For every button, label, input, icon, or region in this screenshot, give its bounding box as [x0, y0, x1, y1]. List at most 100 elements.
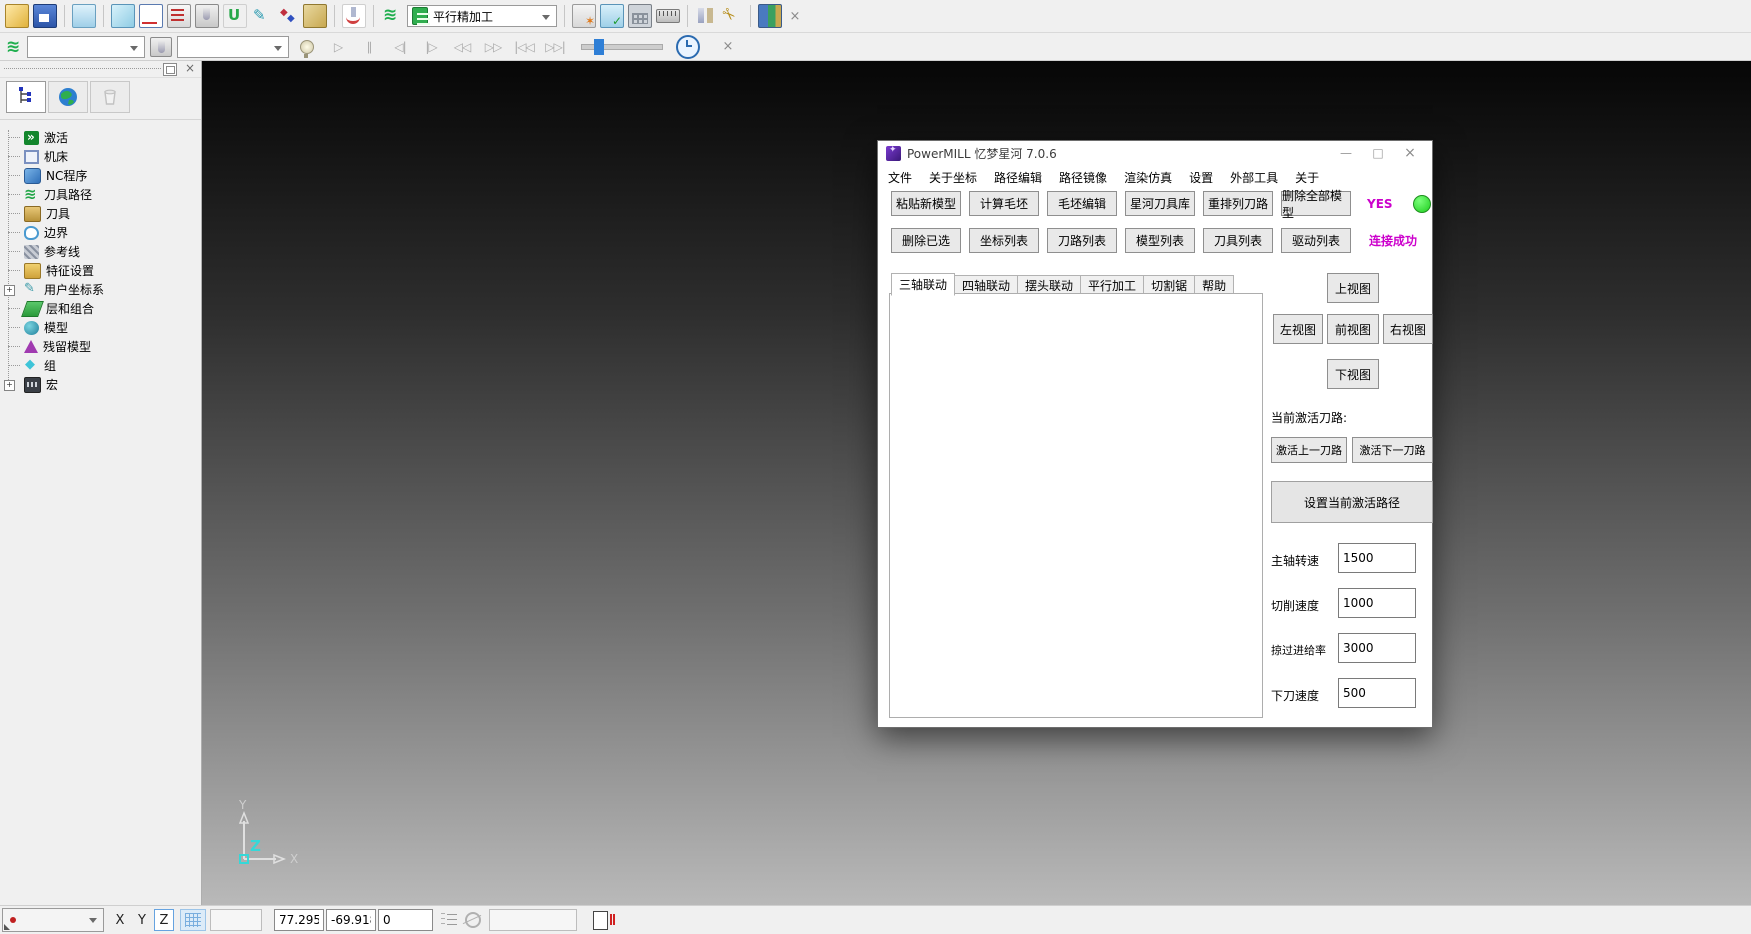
clock-icon[interactable] — [676, 35, 700, 59]
library-icon[interactable] — [758, 4, 782, 28]
coord-z-field[interactable] — [378, 909, 433, 931]
drive-list-button[interactable]: 驱动列表 — [1281, 228, 1351, 253]
menu-path-mirror[interactable]: 路径镜像 — [1059, 169, 1107, 186]
tree-item-activate[interactable]: 激活 — [4, 128, 201, 147]
pattern-icon[interactable] — [251, 5, 273, 27]
slider-handle[interactable] — [594, 39, 604, 55]
edit-block-button[interactable]: 毛坯编辑 — [1047, 191, 1117, 216]
forward-button[interactable]: ▷▷ — [480, 40, 506, 54]
step-fwd-button[interactable]: |▷ — [418, 40, 444, 54]
rewind-button[interactable]: ◁◁ — [449, 40, 475, 54]
feature-set-icon[interactable] — [303, 4, 327, 28]
paste-model-button[interactable]: 粘贴新模型 — [891, 191, 961, 216]
view-bottom-button[interactable]: 下视图 — [1327, 359, 1379, 389]
expand-icon[interactable]: + — [4, 285, 15, 296]
toolpath-list-button[interactable]: 刀路列表 — [1047, 228, 1117, 253]
menu-path-edit[interactable]: 路径编辑 — [994, 169, 1042, 186]
tree-item-nc-programs[interactable]: NC程序 — [4, 166, 201, 185]
measure-icon[interactable] — [656, 9, 680, 23]
axis-z-button[interactable]: Z — [154, 909, 174, 931]
cut-speed-input[interactable] — [1338, 588, 1416, 618]
step-back-button[interactable]: ◁| — [387, 40, 413, 54]
to-end-button[interactable]: ▷▷| — [542, 40, 568, 54]
plunge-speed-input[interactable] — [1338, 678, 1416, 708]
calc-block-button[interactable]: 计算毛坯 — [969, 191, 1039, 216]
coord-y-field[interactable] — [326, 909, 376, 931]
activate-next-toolpath-button[interactable]: 激活下一刀路 — [1352, 437, 1433, 463]
to-start-button[interactable]: |◁◁ — [511, 40, 537, 54]
print-icon[interactable] — [72, 4, 96, 28]
tree-item-tools[interactable]: 刀具 — [4, 204, 201, 223]
block-icon[interactable] — [111, 4, 135, 28]
doc-pause-icon[interactable] — [593, 911, 608, 930]
skim-feed-input[interactable] — [1338, 633, 1416, 663]
menu-file[interactable]: 文件 — [888, 169, 912, 186]
play-button[interactable]: ▷ — [325, 40, 351, 54]
tab-explorer-trash[interactable] — [90, 81, 130, 113]
sim-toolbar-close-icon[interactable]: × — [719, 39, 737, 54]
tree-item-boundaries[interactable]: 边界 — [4, 223, 201, 242]
tab-3axis[interactable]: 三轴联动 — [891, 273, 955, 296]
tree-item-machine[interactable]: 机床 — [4, 147, 201, 166]
cut-icon[interactable] — [721, 5, 743, 27]
close-button[interactable]: × — [1394, 145, 1426, 161]
boundary-icon[interactable] — [223, 4, 247, 28]
minimize-button[interactable]: — — [1330, 146, 1362, 160]
tree-item-patterns[interactable]: 参考线 — [4, 242, 201, 261]
view-left-button[interactable]: 左视图 — [1273, 314, 1323, 344]
menu-coords[interactable]: 关于坐标 — [929, 169, 977, 186]
set-active-path-button[interactable]: 设置当前激活路径 — [1271, 481, 1433, 523]
sim-toolpath-dropdown[interactable] — [27, 36, 145, 58]
tab-explorer-web[interactable] — [48, 81, 88, 113]
rearrange-toolpaths-button[interactable]: 重排列刀路 — [1203, 191, 1273, 216]
axis-y-button[interactable]: Y — [132, 909, 152, 931]
toolbar-close-icon[interactable]: × — [786, 9, 804, 24]
tree-item-levels[interactable]: 层和组合 — [4, 299, 201, 318]
tree-item-models[interactable]: 模型 — [4, 318, 201, 337]
pause-button[interactable]: ∥ — [356, 40, 382, 54]
tool-list-button[interactable]: 刀具列表 — [1203, 228, 1273, 253]
menu-about[interactable]: 关于 — [1295, 169, 1319, 186]
menu-ext-tools[interactable]: 外部工具 — [1230, 169, 1278, 186]
speed-slider[interactable] — [581, 44, 663, 50]
coord-list-button[interactable]: 坐标列表 — [969, 228, 1039, 253]
strategy-dropdown[interactable]: 平行精加工 — [407, 5, 557, 27]
view-front-button[interactable]: 前视图 — [1327, 314, 1379, 344]
view-right-button[interactable]: 右视图 — [1383, 314, 1433, 344]
menu-settings[interactable]: 设置 — [1189, 169, 1213, 186]
grid-toggle-button[interactable] — [180, 909, 206, 931]
delete-selected-button[interactable]: 删除已选 — [891, 228, 961, 253]
toolpath-edit-icon[interactable] — [167, 4, 191, 28]
tab-explorer-tree[interactable] — [6, 81, 46, 113]
float-panel-icon[interactable] — [163, 63, 177, 76]
model-list-button[interactable]: 模型列表 — [1125, 228, 1195, 253]
collision-check-icon[interactable] — [572, 4, 596, 28]
tool-pair-icon[interactable] — [695, 5, 717, 27]
menu-render-sim[interactable]: 渲染仿真 — [1124, 169, 1172, 186]
view-top-button[interactable]: 上视图 — [1327, 273, 1379, 303]
tool-library-button[interactable]: 星河刀具库 — [1125, 191, 1195, 216]
feed-rate-icon[interactable] — [139, 4, 163, 28]
spindle-speed-input[interactable] — [1338, 543, 1416, 573]
coord-x-field[interactable] — [274, 909, 324, 931]
calculator-icon[interactable] — [628, 4, 652, 28]
sim-tool-dropdown[interactable] — [177, 36, 289, 58]
open-project-icon[interactable] — [5, 4, 29, 28]
close-panel-icon[interactable]: × — [185, 61, 195, 75]
tree-item-groups[interactable]: 组 — [4, 356, 201, 375]
tree-item-feature-sets[interactable]: 特征设置 — [4, 261, 201, 280]
grid-size-field[interactable] — [210, 909, 262, 931]
view-selector-dropdown[interactable] — [2, 908, 104, 932]
machine-verify-icon[interactable] — [600, 4, 624, 28]
grab-handle[interactable] — [4, 68, 161, 69]
points-icon[interactable] — [277, 5, 299, 27]
delete-all-models-button[interactable]: 删除全部模型 — [1281, 191, 1351, 216]
maximize-button[interactable]: □ — [1362, 146, 1394, 160]
tree-item-toolpaths[interactable]: 刀具路径 — [4, 185, 201, 204]
activate-prev-toolpath-button[interactable]: 激活上一刀路 — [1271, 437, 1347, 463]
tree-item-macros[interactable]: + 宏 — [4, 375, 201, 394]
simulation-icon[interactable] — [342, 4, 366, 28]
tree-item-stock-models[interactable]: 残留模型 — [4, 337, 201, 356]
expand-icon[interactable]: + — [4, 380, 15, 391]
tree-item-workplanes[interactable]: + 用户坐标系 — [4, 280, 201, 299]
